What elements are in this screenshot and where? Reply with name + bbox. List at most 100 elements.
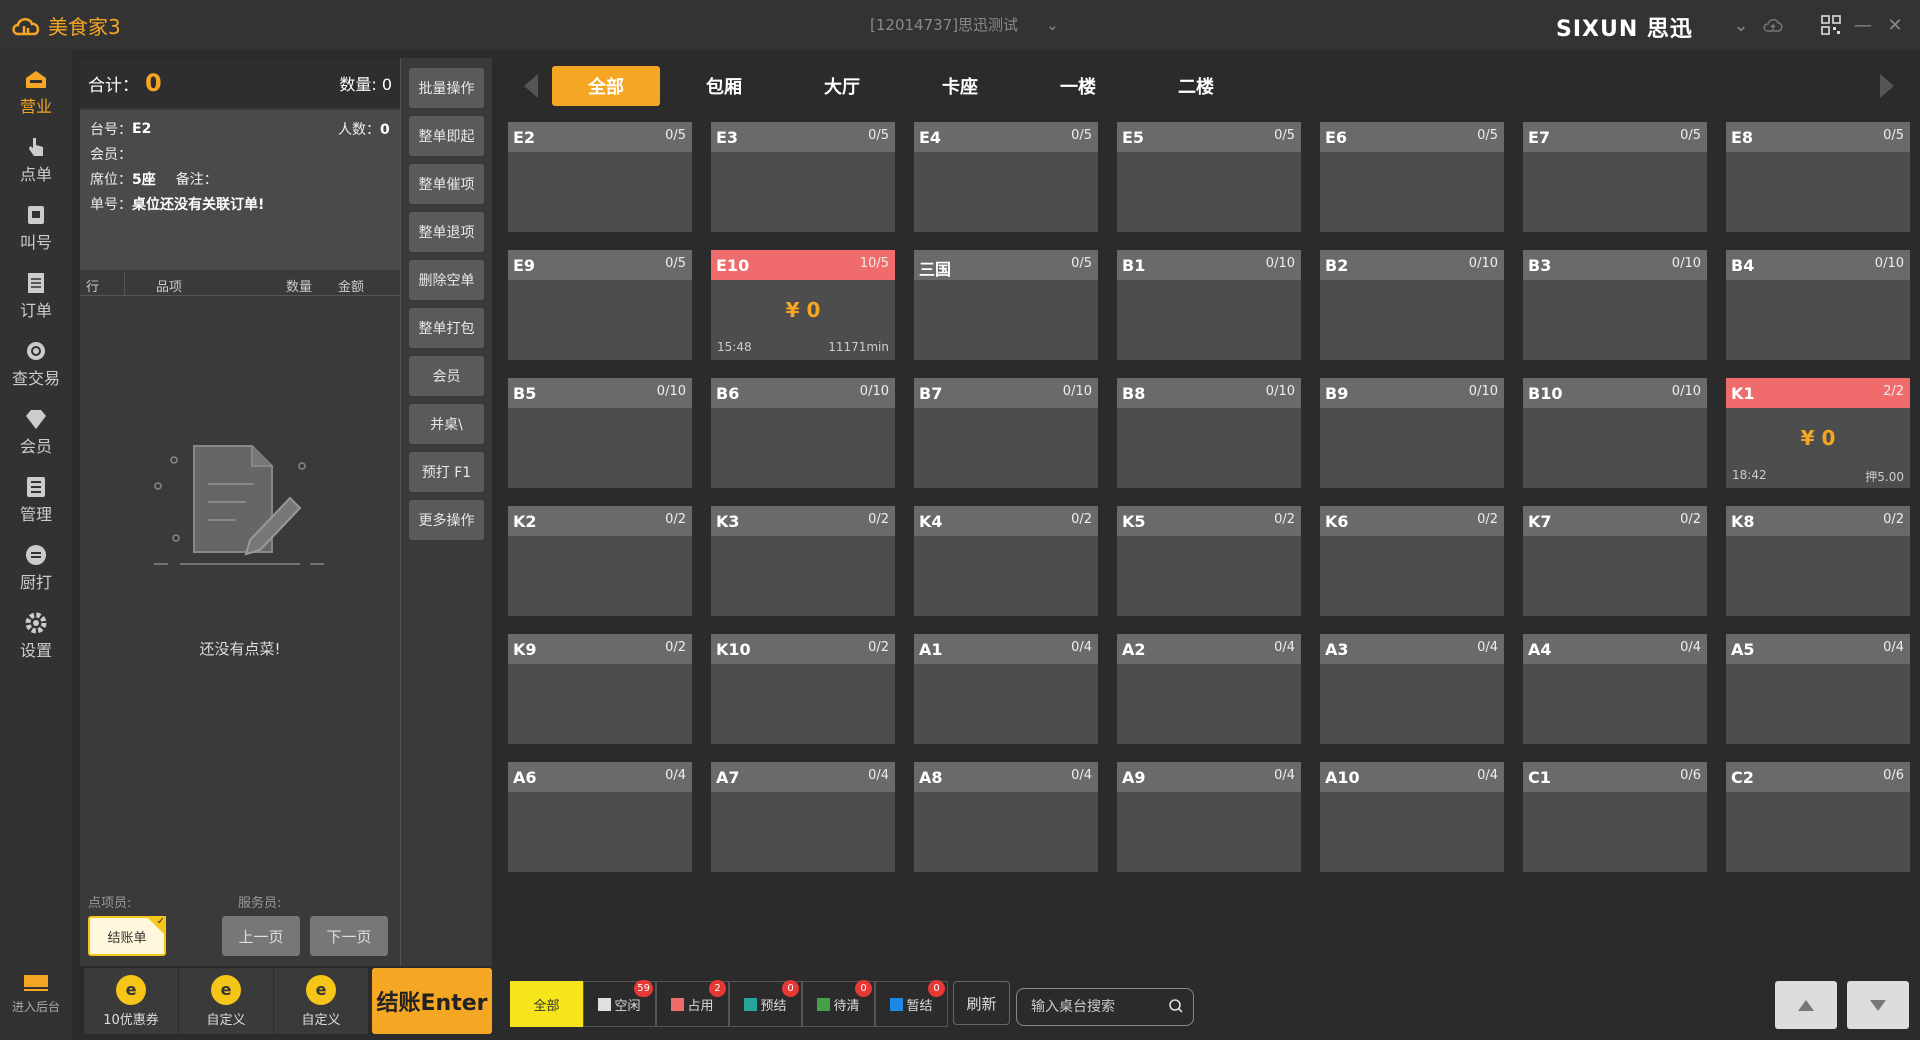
tab-hall[interactable]: 大厅	[788, 66, 896, 106]
scroll-up-button[interactable]	[1775, 981, 1837, 1029]
table-card[interactable]: K8 0/2	[1726, 506, 1910, 616]
close-icon[interactable]: ✕	[1879, 12, 1911, 38]
nav-item-transactions[interactable]: 查交易	[0, 332, 72, 396]
nav-item-order[interactable]: 点单	[0, 128, 72, 192]
start-all-button[interactable]: 整单即起	[409, 116, 484, 156]
nav-item-settings[interactable]: 设置	[0, 604, 72, 668]
table-card[interactable]: B8 0/10	[1117, 378, 1301, 488]
table-name: A10	[1325, 768, 1360, 787]
table-card[interactable]: 三国 0/5	[914, 250, 1098, 360]
tab-booth[interactable]: 卡座	[906, 66, 1014, 106]
qr-code-icon[interactable]	[1815, 12, 1847, 38]
prev-page-button[interactable]: 上一页	[222, 916, 300, 956]
filter-idle[interactable]: 空闲 59	[583, 980, 656, 1027]
table-card[interactable]: K6 0/2	[1320, 506, 1504, 616]
table-capacity: 0/4	[1274, 640, 1295, 655]
table-card[interactable]: E4 0/5	[914, 122, 1098, 232]
custom-button-1[interactable]: e 自定义	[179, 968, 273, 1034]
table-card[interactable]: B6 0/10	[711, 378, 895, 488]
table-card[interactable]: B3 0/10	[1523, 250, 1707, 360]
nav-item-kitchen-print[interactable]: 厨打	[0, 536, 72, 600]
tab-floor-2[interactable]: 二楼	[1142, 66, 1250, 106]
filter-to-clean[interactable]: 待清 0	[802, 980, 875, 1027]
filter-occupied[interactable]: 占用 2	[656, 980, 729, 1027]
nav-item-business[interactable]: 营业	[0, 60, 72, 124]
table-card[interactable]: B1 0/10	[1117, 250, 1301, 360]
next-page-button[interactable]: 下一页	[310, 916, 388, 956]
table-card[interactable]: A7 0/4	[711, 762, 895, 872]
table-card[interactable]: A4 0/4	[1523, 634, 1707, 744]
scroll-down-button[interactable]	[1847, 981, 1909, 1029]
table-card[interactable]: K10 0/2	[711, 634, 895, 744]
custom-button-2[interactable]: e 自定义	[274, 968, 368, 1034]
table-card[interactable]: A3 0/4	[1320, 634, 1504, 744]
filter-prebill[interactable]: 预结 0	[729, 980, 802, 1027]
table-capacity: 0/5	[1274, 128, 1295, 143]
tab-all[interactable]: 全部	[552, 66, 660, 106]
table-card[interactable]: E9 0/5	[508, 250, 692, 360]
merge-table-button[interactable]: 并桌\	[409, 404, 484, 444]
table-card[interactable]: K4 0/2	[914, 506, 1098, 616]
table-card[interactable]: E5 0/5	[1117, 122, 1301, 232]
nav-item-backstage[interactable]: 进入后台	[0, 974, 72, 1034]
tabs-next-arrow-icon[interactable]	[1880, 74, 1894, 98]
table-card[interactable]: B9 0/10	[1320, 378, 1504, 488]
table-card[interactable]: E7 0/5	[1523, 122, 1707, 232]
nav-item-member[interactable]: 会员	[0, 400, 72, 464]
search-icon[interactable]	[1168, 998, 1184, 1014]
member-button[interactable]: 会员	[409, 356, 484, 396]
table-card[interactable]: K1 2/2 ¥ 0 18:42 押5.00	[1726, 378, 1910, 488]
more-operations-button[interactable]: 更多操作	[409, 500, 484, 540]
table-card[interactable]: K3 0/2	[711, 506, 895, 616]
table-card[interactable]: A1 0/4	[914, 634, 1098, 744]
table-card[interactable]: E8 0/5	[1726, 122, 1910, 232]
table-card[interactable]: E10 10/5 ¥ 0 15:48 11171min	[711, 250, 895, 360]
pack-all-button[interactable]: 整单打包	[409, 308, 484, 348]
table-card[interactable]: C1 0/6	[1523, 762, 1707, 872]
table-name: E8	[1731, 128, 1754, 147]
nav-item-orders[interactable]: 订单	[0, 264, 72, 328]
table-card[interactable]: K2 0/2	[508, 506, 692, 616]
table-card[interactable]: E6 0/5	[1320, 122, 1504, 232]
return-all-button[interactable]: 整单退项	[409, 212, 484, 252]
table-card[interactable]: A2 0/4	[1117, 634, 1301, 744]
to-clean-swatch-icon	[817, 997, 831, 1011]
nav-item-manage[interactable]: 管理	[0, 468, 72, 532]
pre-print-button[interactable]: 预打 F1	[409, 452, 484, 492]
table-card[interactable]: A5 0/4	[1726, 634, 1910, 744]
store-selector[interactable]: [12014737]思迅测试 ⌄	[870, 14, 1059, 35]
filter-all[interactable]: 全部	[510, 981, 583, 1027]
table-card[interactable]: A6 0/4	[508, 762, 692, 872]
table-card[interactable]: E3 0/5	[711, 122, 895, 232]
table-card[interactable]: K5 0/2	[1117, 506, 1301, 616]
table-name: K8	[1731, 512, 1755, 531]
table-card[interactable]: K7 0/2	[1523, 506, 1707, 616]
chevron-down-icon[interactable]: ⌄	[1725, 12, 1757, 38]
tab-private-room[interactable]: 包厢	[670, 66, 778, 106]
refresh-button[interactable]: 刷新	[953, 981, 1010, 1025]
table-card[interactable]: B10 0/10	[1523, 378, 1707, 488]
table-card[interactable]: B2 0/10	[1320, 250, 1504, 360]
table-card[interactable]: A9 0/4	[1117, 762, 1301, 872]
tabs-prev-arrow-icon[interactable]	[524, 74, 538, 98]
bill-button[interactable]: 结账单 ✓	[88, 916, 166, 956]
checkout-button[interactable]: 结账Enter	[372, 968, 492, 1034]
cloud-upload-icon[interactable]	[1757, 12, 1789, 38]
table-capacity: 0/10	[1265, 384, 1295, 399]
table-card[interactable]: C2 0/6	[1726, 762, 1910, 872]
table-card[interactable]: A8 0/4	[914, 762, 1098, 872]
table-card[interactable]: B5 0/10	[508, 378, 692, 488]
rush-all-button[interactable]: 整单催项	[409, 164, 484, 204]
table-card[interactable]: B4 0/10	[1726, 250, 1910, 360]
table-card[interactable]: A10 0/4	[1320, 762, 1504, 872]
batch-operation-button[interactable]: 批量操作	[409, 68, 484, 108]
filter-temp-bill[interactable]: 暂结 0	[875, 980, 948, 1027]
table-card[interactable]: E2 0/5	[508, 122, 692, 232]
coupon-button[interactable]: e 10优惠券	[84, 968, 178, 1034]
delete-empty-button[interactable]: 删除空单	[409, 260, 484, 300]
table-card[interactable]: K9 0/2	[508, 634, 692, 744]
nav-item-calling[interactable]: 叫号	[0, 196, 72, 260]
minimize-icon[interactable]: —	[1847, 12, 1879, 38]
table-card[interactable]: B7 0/10	[914, 378, 1098, 488]
tab-floor-1[interactable]: 一楼	[1024, 66, 1132, 106]
